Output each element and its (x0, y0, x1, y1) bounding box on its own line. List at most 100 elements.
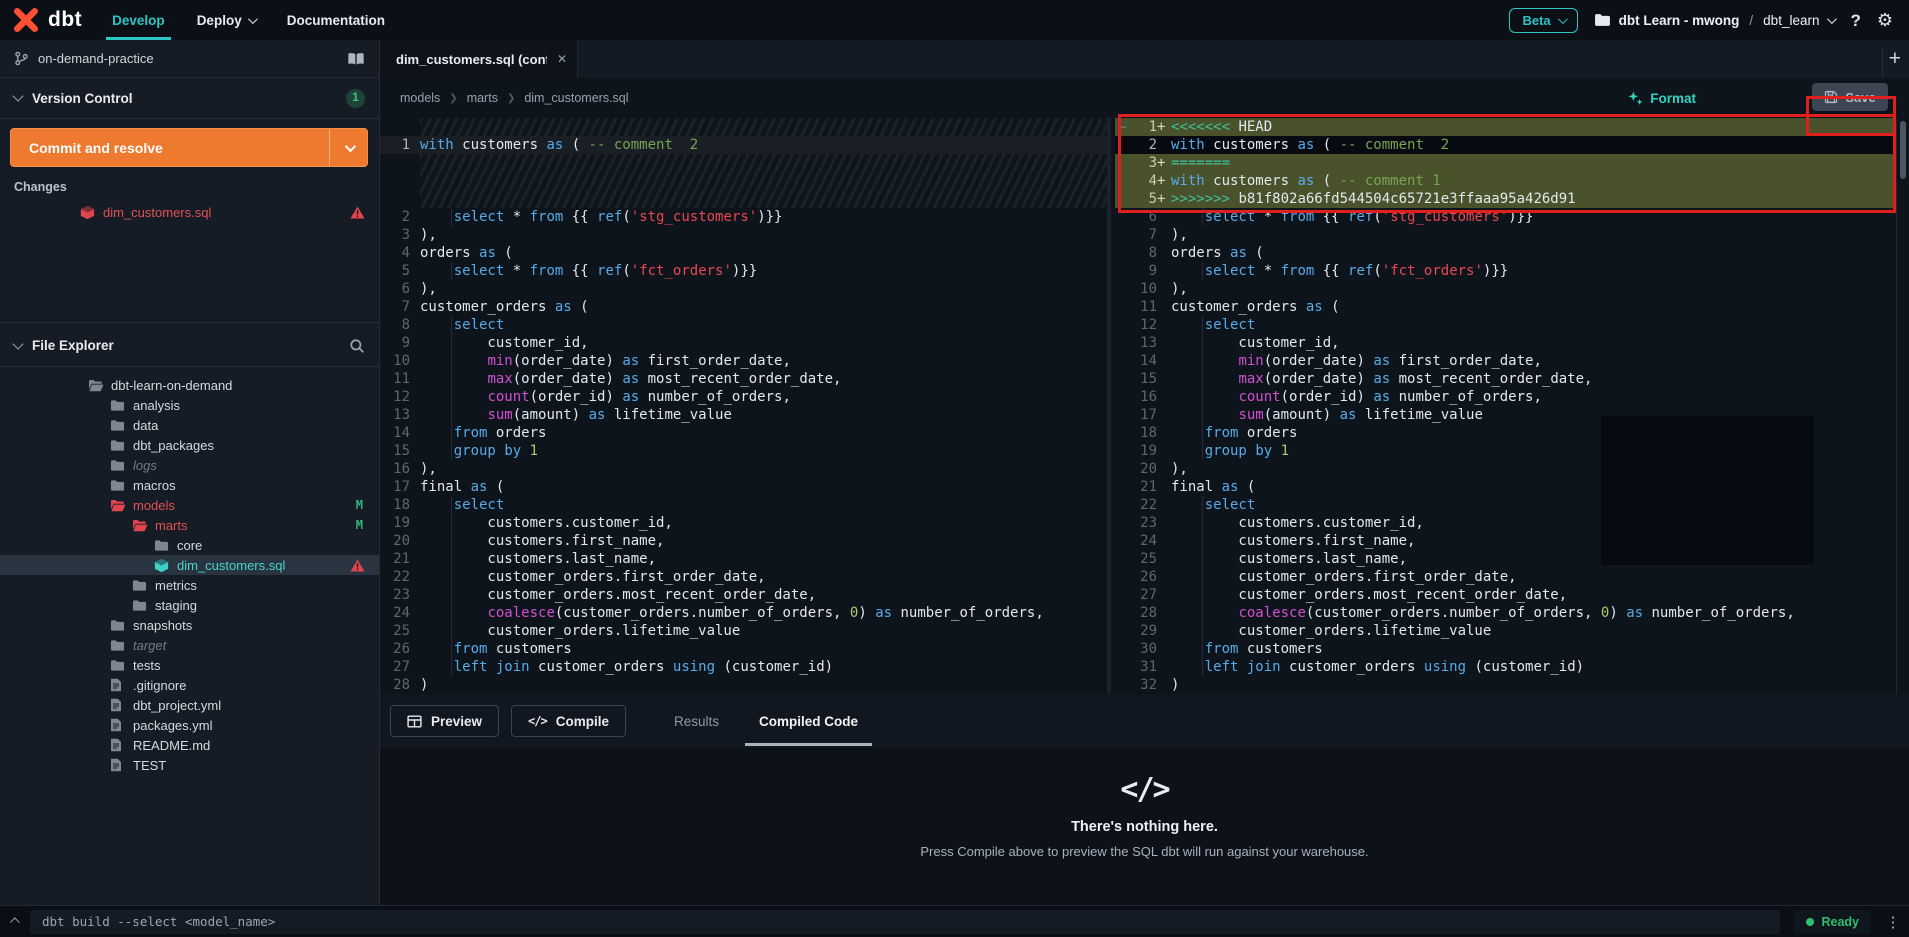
format-button[interactable]: Format (1628, 85, 1696, 111)
code-line-28[interactable]: 28 coalesce(customer_orders.number_of_or… (1115, 604, 1896, 622)
code-line-19[interactable]: 19 customers.customer_id, (380, 514, 1107, 532)
code-line-26[interactable]: 26 from customers (380, 640, 1107, 658)
kebab-menu-icon[interactable]: ⋮ (1881, 913, 1905, 931)
tree-item-dbt_project.yml[interactable]: dbt_project.yml (0, 695, 379, 715)
fold-marker[interactable]: − (1115, 118, 1131, 136)
commit-options-dropdown[interactable] (329, 129, 367, 166)
version-control-section-header[interactable]: Version Control 1 (0, 78, 379, 118)
dbt-command-input[interactable]: dbt build --select <model_name> (30, 910, 1780, 934)
dbt-logo[interactable]: dbt (0, 6, 96, 34)
code-line-2[interactable]: 2 select * from {{ ref('stg_customers')}… (380, 208, 1107, 226)
code-line-12[interactable]: 12 count(order_id) as number_of_orders, (380, 388, 1107, 406)
code-line-13[interactable]: 13 customer_id, (1115, 334, 1896, 352)
nav-item-develop[interactable]: Develop (96, 0, 181, 40)
expand-panel-button[interactable] (0, 918, 30, 925)
code-line-9[interactable]: 9 select * from {{ ref('fct_orders')}} (1115, 262, 1896, 280)
help-icon[interactable]: ? (1850, 12, 1860, 29)
code-line-14[interactable]: 14 from orders (380, 424, 1107, 442)
tree-item-snapshots[interactable]: snapshots (0, 615, 379, 635)
code-line-9[interactable]: 9 customer_id, (380, 334, 1107, 352)
code-line-22[interactable]: 22 customer_orders.first_order_date, (380, 568, 1107, 586)
code-line-12[interactable]: 12 select (1115, 316, 1896, 334)
new-tab-button[interactable]: + (1889, 40, 1901, 78)
code-line-15[interactable]: 15 max(order_date) as most_recent_order_… (1115, 370, 1896, 388)
code-line-8[interactable]: 8 select (380, 316, 1107, 334)
account-project-switcher[interactable]: dbt Learn - mwong / dbt_learn (1594, 13, 1835, 28)
tree-item-README.md[interactable]: README.md (0, 735, 379, 755)
file-explorer-section-header[interactable]: File Explorer (0, 322, 379, 367)
code-line-30[interactable]: 30 from customers (1115, 640, 1896, 658)
close-icon[interactable]: ✕ (557, 52, 567, 66)
beta-dropdown[interactable]: Beta (1509, 8, 1577, 33)
tree-item-core[interactable]: core (0, 535, 379, 555)
preview-button[interactable]: Preview (390, 705, 499, 737)
save-button[interactable]: Save (1812, 83, 1888, 111)
git-branch-row[interactable]: on-demand-practice (0, 40, 379, 78)
code-line-20[interactable]: 20 customers.first_name, (380, 532, 1107, 550)
editor-scrollbar[interactable] (1896, 118, 1909, 694)
tree-item-models[interactable]: models M (0, 495, 379, 515)
tree-item-tests[interactable]: tests (0, 655, 379, 675)
ide-status[interactable]: Ready (1794, 910, 1871, 934)
scrollbar-thumb[interactable] (1900, 121, 1906, 179)
compile-button[interactable]: </> Compile (511, 705, 626, 737)
code-line-16[interactable]: 16), (380, 460, 1107, 478)
code-line-14[interactable]: 14 min(order_date) as first_order_date, (1115, 352, 1896, 370)
code-line-5[interactable]: 5+>>>>>>> b81f802a66fd544504c65721e3ffaa… (1115, 190, 1896, 208)
tree-item-packages.yml[interactable]: packages.yml (0, 715, 379, 735)
tree-item-dbt_packages[interactable]: dbt_packages (0, 435, 379, 455)
tree-item-logs[interactable]: logs (0, 455, 379, 475)
nav-item-documentation[interactable]: Documentation (271, 0, 401, 40)
code-line-32[interactable]: 32) (1115, 676, 1896, 694)
code-line-6[interactable]: 6), (380, 280, 1107, 298)
tree-item-analysis[interactable]: analysis (0, 395, 379, 415)
code-line-28[interactable]: 28) (380, 676, 1107, 694)
code-line-23[interactable]: 23 customer_orders.most_recent_order_dat… (380, 586, 1107, 604)
code-line-18[interactable]: 18 select (380, 496, 1107, 514)
code-line-10[interactable]: 10), (1115, 280, 1896, 298)
code-line-13[interactable]: 13 sum(amount) as lifetime_value (380, 406, 1107, 424)
tree-item-dim_customers.sql[interactable]: dim_customers.sql (0, 555, 379, 575)
code-line-27[interactable]: 27 left join customer_orders using (cust… (380, 658, 1107, 676)
panel-tab-compiled-code[interactable]: Compiled Code (739, 694, 878, 748)
tree-item-TEST[interactable]: TEST (0, 755, 379, 775)
tree-item-macros[interactable]: macros (0, 475, 379, 495)
changed-file-row[interactable]: dim_customers.sql (0, 202, 379, 222)
commit-and-resolve-button[interactable]: Commit and resolve (10, 128, 368, 167)
nav-item-deploy[interactable]: Deploy (181, 0, 271, 40)
code-line-3[interactable]: 3), (380, 226, 1107, 244)
code-line-24[interactable]: 24 coalesce(customer_orders.number_of_or… (380, 604, 1107, 622)
code-line-4[interactable]: 4+with customers as ( -- comment 1 (1115, 172, 1896, 190)
code-line-8[interactable]: 8orders as ( (1115, 244, 1896, 262)
diff-editor[interactable]: 1with customers as ( -- comment 2 2 selec… (380, 118, 1909, 694)
breadcrumb-item[interactable]: models (400, 91, 440, 105)
tab-dim-customers[interactable]: dim_customers.sql (confli... ✕ (380, 40, 578, 78)
code-line-16[interactable]: 16 count(order_id) as number_of_orders, (1115, 388, 1896, 406)
code-line-17[interactable]: 17final as ( (380, 478, 1107, 496)
panel-tab-results[interactable]: Results (654, 694, 739, 748)
code-line-7[interactable]: 7customer_orders as ( (380, 298, 1107, 316)
code-line-11[interactable]: 11customer_orders as ( (1115, 298, 1896, 316)
code-line-4[interactable]: 4orders as ( (380, 244, 1107, 262)
tree-item-target[interactable]: target (0, 635, 379, 655)
code-line-7[interactable]: 7), (1115, 226, 1896, 244)
diff-pane-modified[interactable]: −1+<<<<<<< HEAD2with customers as ( -- c… (1115, 118, 1896, 694)
code-line-15[interactable]: 15 group by 1 (380, 442, 1107, 460)
tree-item-marts[interactable]: marts M (0, 515, 379, 535)
code-line-25[interactable]: 25 customer_orders.lifetime_value (380, 622, 1107, 640)
code-line-27[interactable]: 27 customer_orders.most_recent_order_dat… (1115, 586, 1896, 604)
breadcrumb-item[interactable]: dim_customers.sql (524, 91, 628, 105)
tree-item-.gitignore[interactable]: .gitignore (0, 675, 379, 695)
code-line-1[interactable]: −1+<<<<<<< HEAD (1115, 118, 1896, 136)
code-line-26[interactable]: 26 customer_orders.first_order_date, (1115, 568, 1896, 586)
code-line-2[interactable]: 2with customers as ( -- comment 2 (1115, 136, 1896, 154)
code-line-29[interactable]: 29 customer_orders.lifetime_value (1115, 622, 1896, 640)
diff-pane-original[interactable]: 1with customers as ( -- comment 2 2 selec… (380, 118, 1111, 694)
code-line-5[interactable]: 5 select * from {{ ref('fct_orders')}} (380, 262, 1107, 280)
tree-item-dbt-learn-on-demand[interactable]: dbt-learn-on-demand (0, 375, 379, 395)
code-line-21[interactable]: 21 customers.last_name, (380, 550, 1107, 568)
tree-item-data[interactable]: data (0, 415, 379, 435)
code-line-1[interactable]: 1with customers as ( -- comment 2 (380, 136, 1107, 154)
code-line-31[interactable]: 31 left join customer_orders using (cust… (1115, 658, 1896, 676)
docs-book-icon[interactable] (347, 52, 365, 66)
